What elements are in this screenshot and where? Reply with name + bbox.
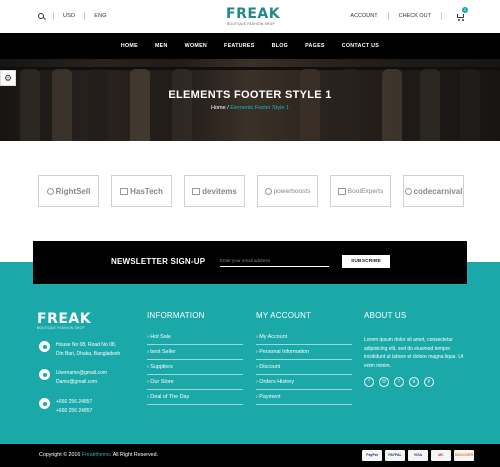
nav-item-pages[interactable]: PAGES: [305, 43, 325, 49]
checkout-link[interactable]: CHECK OUT: [399, 13, 431, 19]
breadcrumb-current: Elements Footer Style 1: [230, 105, 289, 111]
google-plus-icon[interactable]: g: [409, 377, 419, 387]
list-item: › Our Store: [147, 375, 243, 390]
contact-phone: +660 256 24857 +660 256 24857: [39, 398, 92, 415]
divider: [84, 12, 86, 20]
nav-item-men[interactable]: MEN: [155, 43, 168, 49]
currency-selector[interactable]: USD: [63, 13, 75, 19]
paypal-alt-icon: PAYPAL: [385, 450, 405, 461]
cart-count-badge: 0: [462, 6, 468, 13]
newsletter-label: NEWSLETTER SIGN-UP: [111, 257, 206, 266]
phone-icon: [39, 398, 50, 409]
nav-item-contact[interactable]: CONTACT US: [342, 43, 379, 49]
list-item: › best Seller: [147, 345, 243, 360]
search-icon[interactable]: [38, 13, 44, 19]
brand-logo[interactable]: BootExperts: [330, 175, 391, 207]
nav-item-home[interactable]: HOME: [121, 43, 138, 49]
logo-tagline: BOUTIQUE FASHION SHOP: [227, 22, 275, 26]
list-item: › Hot Sale: [147, 330, 243, 345]
list-item: › Discount: [256, 360, 352, 375]
top-right-utilities: ACCOUNT CHECK OUT 0: [350, 6, 468, 21]
globe-icon[interactable]: ◎: [379, 377, 389, 387]
list-item: › Payment: [256, 390, 352, 405]
cart-icon[interactable]: 0: [456, 6, 468, 21]
page-title: ELEMENTS FOOTER STYLE 1: [168, 89, 332, 101]
twitter-icon[interactable]: t: [394, 377, 404, 387]
email-icon: [39, 369, 50, 380]
list-item: › Personal Information: [256, 345, 352, 360]
information-heading: INFORMATION: [147, 311, 205, 320]
copyright-bar: Copyright © 2016 Freaktheme. All Right R…: [0, 444, 500, 467]
gear-icon: ⚙: [3, 72, 13, 83]
divider: [441, 12, 442, 20]
mastercard-icon: MC: [431, 450, 451, 461]
brand-logos: RightSell HasTech devitems powerboosts B…: [38, 175, 464, 207]
footer-logo[interactable]: FREAK BOUTIQUE FASHION SHOP: [37, 312, 91, 330]
account-link[interactable]: ACCOUNT: [350, 13, 377, 19]
logo-wordmark: FREAK: [226, 6, 281, 22]
pinterest-icon[interactable]: p: [424, 377, 434, 387]
newsletter-email-input[interactable]: [220, 255, 329, 267]
subscribe-button[interactable]: SUBSCRIBE: [342, 255, 390, 268]
site-logo[interactable]: FREAK BOUTIQUE FASHION SHOP: [226, 6, 281, 26]
contact-address: House No 08, Road No 08, Din Bari, Dhaka…: [39, 341, 120, 358]
nav-item-features[interactable]: FEATURES: [224, 43, 255, 49]
breadcrumb-home[interactable]: Home: [211, 105, 226, 111]
brand-logo[interactable]: HasTech: [111, 175, 172, 207]
newsletter-bar: NEWSLETTER SIGN-UP SUBSCRIBE: [33, 241, 467, 284]
page: USD ENG FREAK BOUTIQUE FASHION SHOP ACCO…: [0, 0, 500, 467]
my-account-heading: MY ACCOUNT: [256, 311, 312, 320]
paypal-icon: PayPal: [362, 450, 382, 461]
nav-item-women[interactable]: WOMEN: [185, 43, 207, 49]
about-text: Lorem ipsum dolor sit amet, consectetur …: [364, 337, 464, 369]
visa-icon: VISA: [408, 450, 428, 461]
copyright-text: Copyright © 2016 Freaktheme. All Right R…: [39, 452, 159, 458]
list-item: › My Account: [256, 330, 352, 345]
page-banner: ELEMENTS FOOTER STYLE 1 Home / Elements …: [0, 59, 500, 141]
brand-link[interactable]: Freaktheme: [82, 452, 110, 458]
settings-toggle[interactable]: ⚙: [0, 70, 16, 86]
brand-logo[interactable]: powerboosts: [257, 175, 318, 207]
breadcrumb: Home / Elements Footer Style 1: [211, 105, 289, 111]
contact-email: Username@gmail.com Damo@gmail.com: [39, 369, 107, 386]
divider: [387, 12, 389, 20]
list-item: › Suppliers: [147, 360, 243, 375]
top-bar: USD ENG FREAK BOUTIQUE FASHION SHOP ACCO…: [0, 0, 500, 33]
my-account-list: › My Account › Personal Information › Di…: [256, 330, 352, 405]
social-links: f ◎ t g p: [364, 377, 434, 387]
about-heading: ABOUT US: [364, 311, 407, 320]
discover-icon: DISCOVER: [454, 450, 474, 461]
brand-logo[interactable]: devitems: [184, 175, 245, 207]
language-selector[interactable]: ENG: [94, 13, 107, 19]
list-item: › Deal of The Day: [147, 390, 243, 405]
divider: [53, 12, 54, 20]
brand-logo[interactable]: RightSell: [38, 175, 99, 207]
facebook-icon[interactable]: f: [364, 377, 374, 387]
top-left-utilities: USD ENG: [38, 12, 107, 20]
nav-item-blog[interactable]: BLOG: [272, 43, 289, 49]
payment-methods: PayPal PAYPAL VISA MC DISCOVER: [362, 450, 474, 461]
list-item: › Orders History: [256, 375, 352, 390]
brand-logo[interactable]: codecarnival: [403, 175, 464, 207]
information-list: › Hot Sale › best Seller › Suppliers › O…: [147, 330, 243, 405]
main-nav: HOME MEN WOMEN FEATURES BLOG PAGES CONTA…: [0, 33, 500, 59]
location-icon: [39, 341, 50, 352]
